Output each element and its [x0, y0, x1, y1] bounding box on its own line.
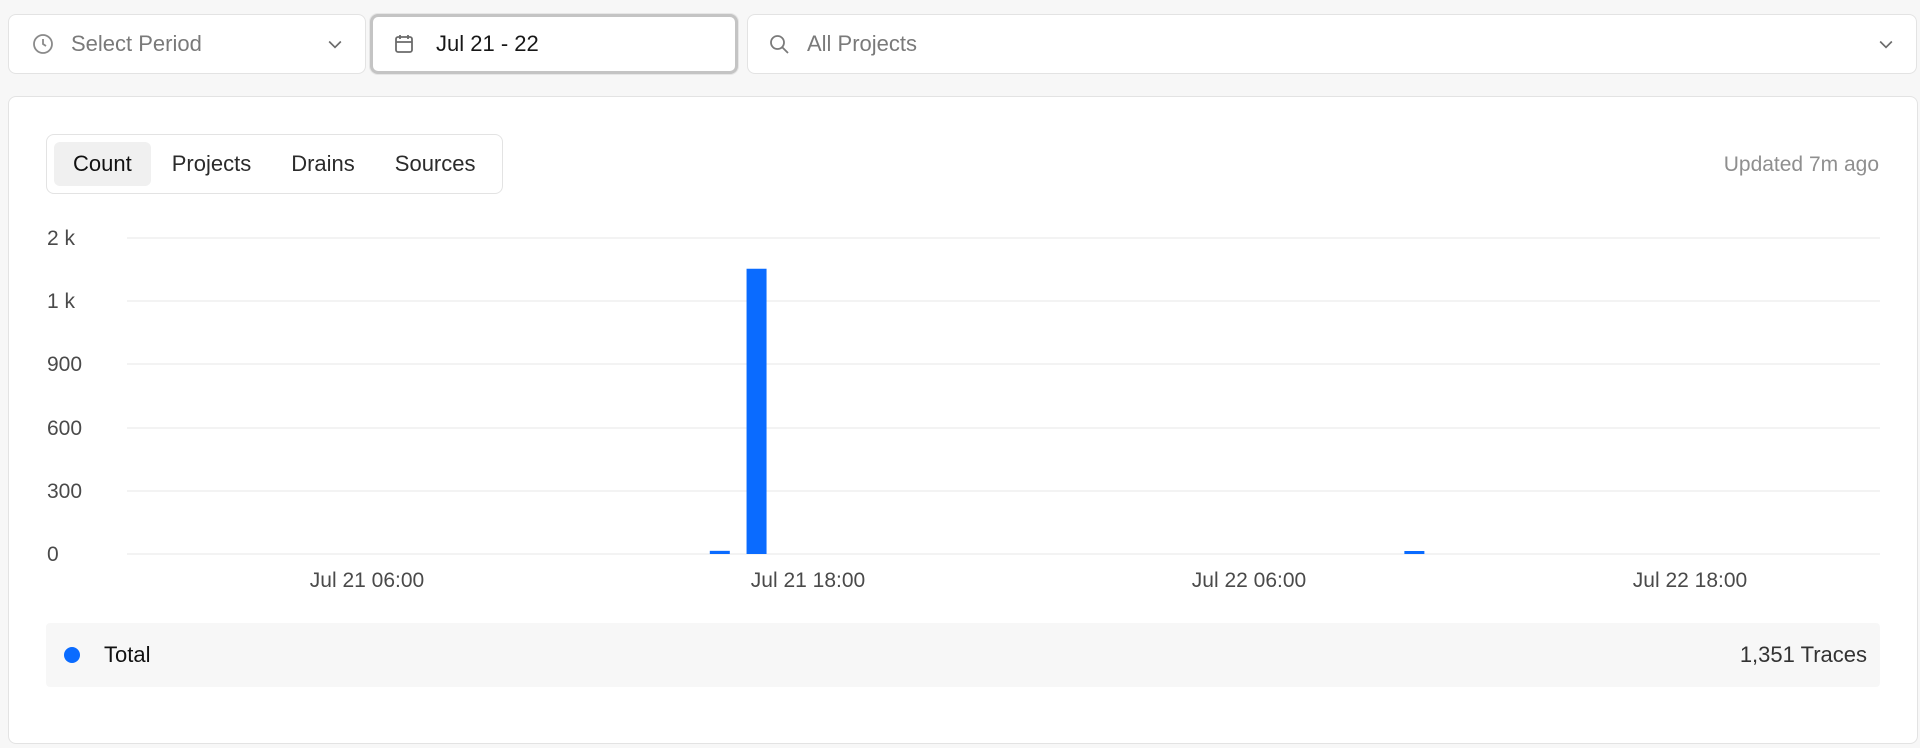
x-tick-label: Jul 22 18:00: [1633, 569, 1747, 592]
x-tick-label: Jul 21 18:00: [751, 569, 865, 592]
y-tick-label: 1 k: [47, 290, 76, 313]
y-tick-label: 2 k: [47, 227, 76, 250]
chevron-down-icon: [323, 32, 347, 56]
legend-series-name: Total: [104, 642, 151, 667]
chart-bar: [746, 268, 767, 554]
traces-bar-chart: 2 k 1 k 900 600 300 0 Jul 21 06:00 Jul 21 18:00…: [47, 227, 1880, 592]
clock-icon: [29, 30, 57, 58]
chevron-down-icon: [1874, 32, 1898, 56]
chart-bar: [709, 550, 730, 554]
x-tick-label: Jul 22 06:00: [1192, 569, 1306, 592]
legend-total: 1,351 Traces: [1739, 642, 1867, 667]
period-label: Select Period: [71, 31, 202, 56]
date-range-label: Jul 21 - 22: [436, 31, 539, 56]
search-icon: [765, 30, 793, 58]
projects-label: All Projects: [807, 31, 918, 56]
projects-select[interactable]: All Projects: [747, 14, 1917, 74]
y-tick-label: 600: [47, 417, 82, 440]
calendar-icon: [390, 30, 418, 58]
x-tick-label: Jul 21 06:00: [310, 569, 424, 592]
y-tick-label: 900: [47, 353, 82, 376]
y-tick-label: 300: [47, 480, 82, 503]
period-select[interactable]: Select Period: [8, 14, 366, 74]
legend-row: Total 1,351 Traces: [46, 623, 1880, 687]
traces-card: Count Projects Drains Sources Updated 7m…: [8, 96, 1918, 744]
y-tick-label: 0: [47, 543, 59, 566]
date-range-button[interactable]: Jul 21 - 22: [370, 14, 738, 74]
chart-bar: [1404, 551, 1425, 554]
legend-dot: [64, 647, 80, 663]
